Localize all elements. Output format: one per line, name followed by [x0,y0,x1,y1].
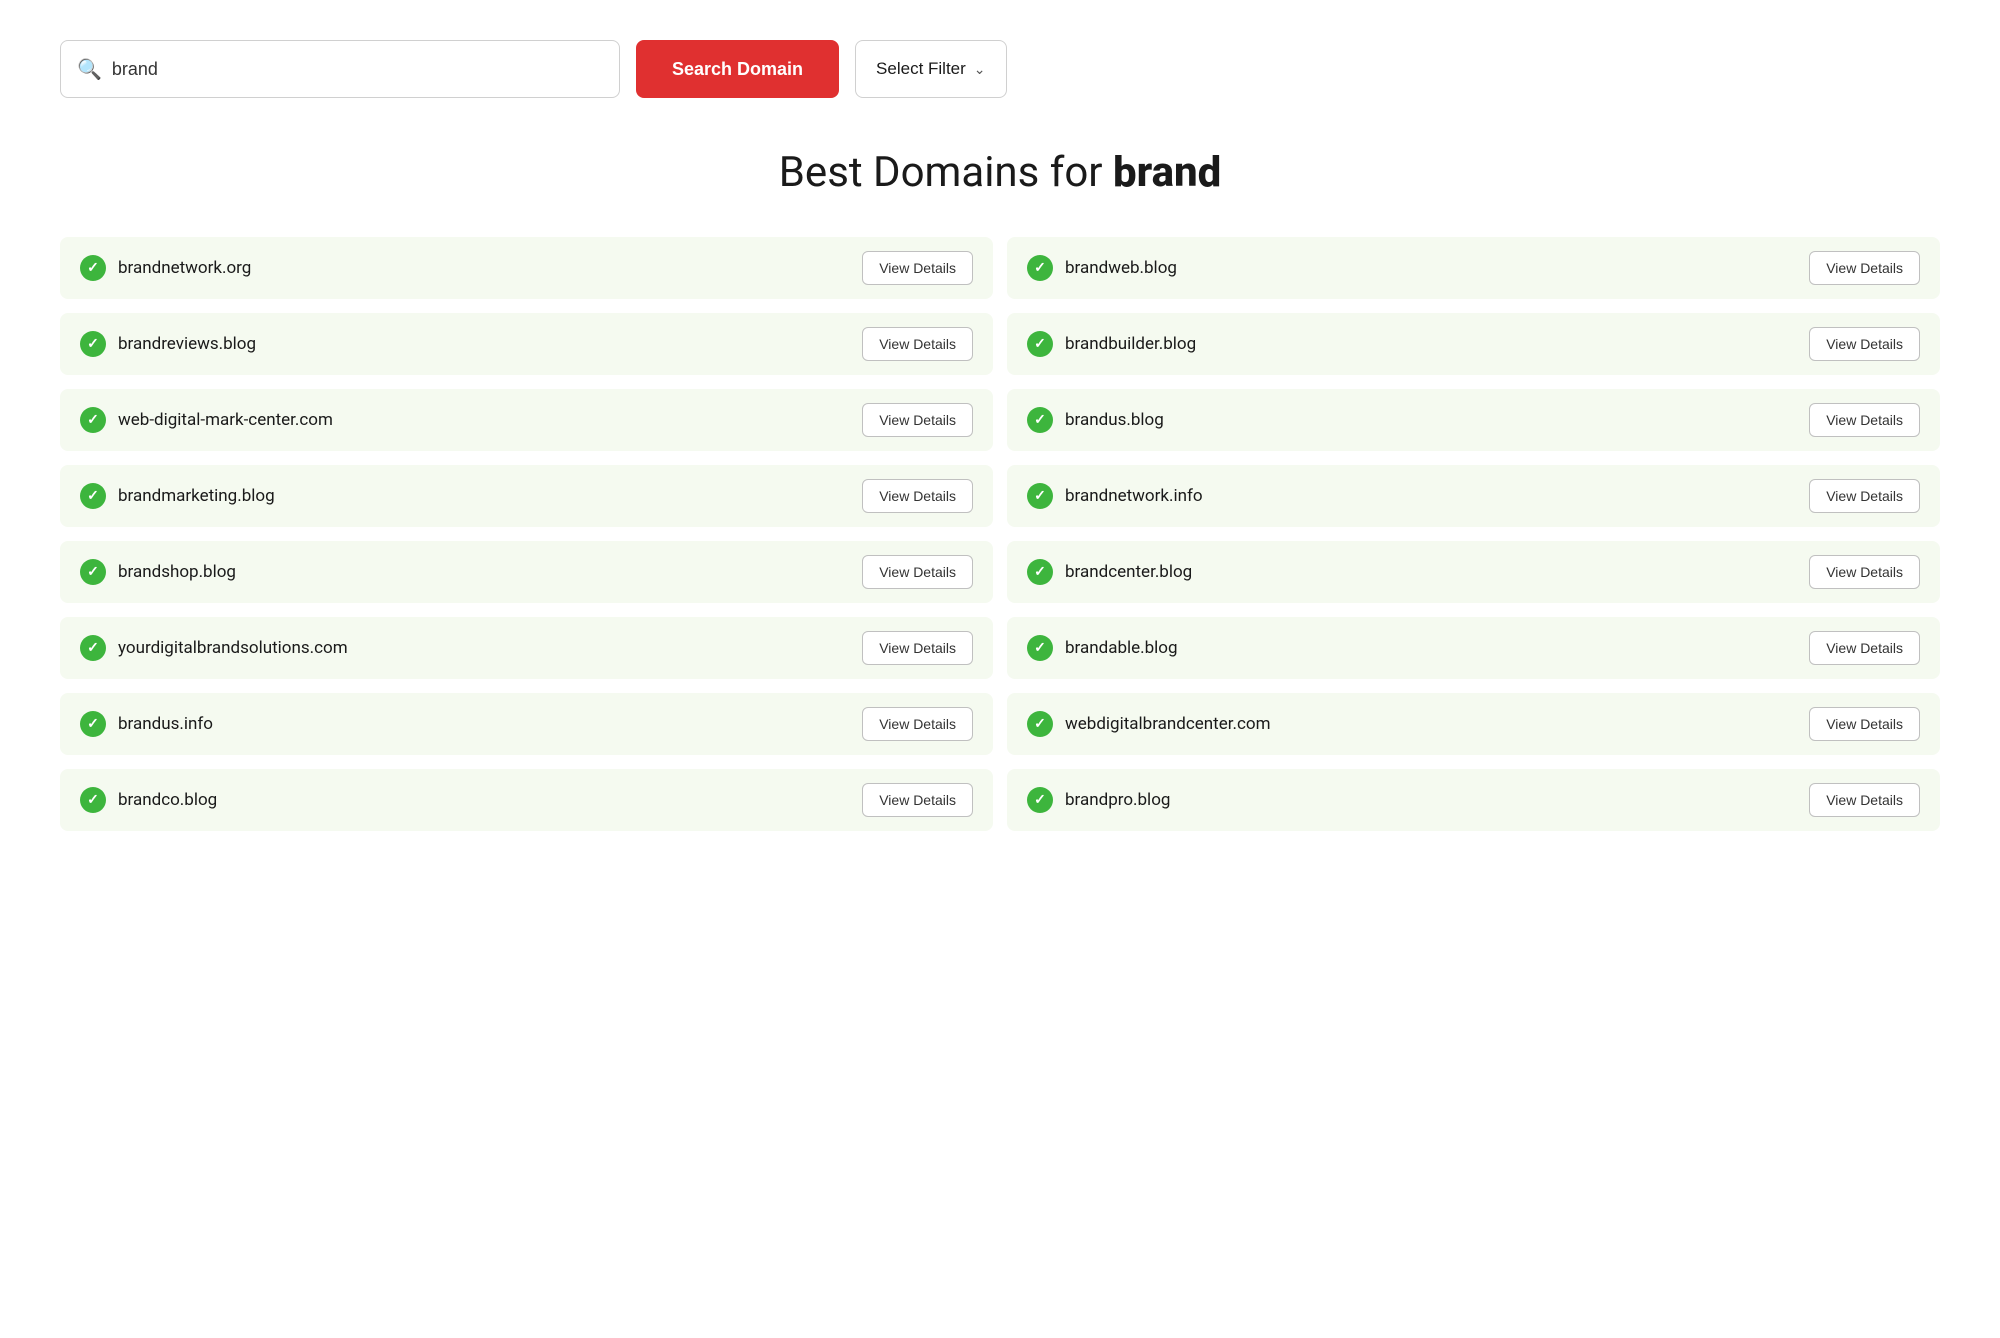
search-icon: 🔍 [77,57,102,81]
search-domain-button[interactable]: Search Domain [636,40,839,98]
domain-name: brandus.info [118,714,213,734]
domain-left: brandnetwork.info [1027,483,1203,509]
view-details-button[interactable]: View Details [862,251,973,285]
domain-name: brandnetwork.info [1065,486,1203,506]
filter-label: Select Filter [876,59,966,79]
domain-name: brandus.blog [1065,410,1164,430]
domain-item: brandus.info View Details [60,693,993,755]
domain-left: brandus.info [80,711,213,737]
domain-left: brandpro.blog [1027,787,1170,813]
domain-name: brandshop.blog [118,562,236,582]
title-prefix: Best Domains for [779,148,1113,197]
domain-item: brandbuilder.blog View Details [1007,313,1940,375]
domain-left: yourdigitalbrandsolutions.com [80,635,348,661]
select-filter-button[interactable]: Select Filter ⌄ [855,40,1006,98]
domain-item: brandnetwork.org View Details [60,237,993,299]
domain-left: web-digital-mark-center.com [80,407,333,433]
available-check-icon [80,635,106,661]
search-input[interactable] [112,59,603,80]
search-bar: 🔍 Search Domain Select Filter ⌄ [60,40,1940,98]
page-title: Best Domains for brand [60,148,1940,197]
available-check-icon [80,407,106,433]
domain-name: brandbuilder.blog [1065,334,1196,354]
available-check-icon [1027,787,1053,813]
domain-left: brandreviews.blog [80,331,256,357]
domain-item: brandnetwork.info View Details [1007,465,1940,527]
view-details-button[interactable]: View Details [862,403,973,437]
view-details-button[interactable]: View Details [862,479,973,513]
domain-item: brandshop.blog View Details [60,541,993,603]
search-input-wrapper: 🔍 [60,40,620,98]
domain-item: brandco.blog View Details [60,769,993,831]
domain-item: yourdigitalbrandsolutions.com View Detail… [60,617,993,679]
available-check-icon [1027,559,1053,585]
domain-item: brandable.blog View Details [1007,617,1940,679]
view-details-button[interactable]: View Details [862,327,973,361]
domain-item: brandreviews.blog View Details [60,313,993,375]
view-details-button[interactable]: View Details [862,631,973,665]
domain-name: web-digital-mark-center.com [118,410,333,430]
title-keyword: brand [1113,148,1221,197]
available-check-icon [1027,635,1053,661]
domain-item: web-digital-mark-center.com View Details [60,389,993,451]
domain-name: brandweb.blog [1065,258,1177,278]
domain-name: yourdigitalbrandsolutions.com [118,638,348,658]
domain-left: brandshop.blog [80,559,236,585]
chevron-down-icon: ⌄ [974,61,986,78]
available-check-icon [80,711,106,737]
view-details-button[interactable]: View Details [1809,479,1920,513]
view-details-button[interactable]: View Details [1809,707,1920,741]
available-check-icon [80,787,106,813]
domain-item: brandcenter.blog View Details [1007,541,1940,603]
available-check-icon [1027,483,1053,509]
available-check-icon [80,559,106,585]
domain-item: webdigitalbrandcenter.com View Details [1007,693,1940,755]
available-check-icon [80,331,106,357]
available-check-icon [1027,255,1053,281]
available-check-icon [1027,331,1053,357]
view-details-button[interactable]: View Details [1809,631,1920,665]
domain-name: brandco.blog [118,790,217,810]
domain-item: brandus.blog View Details [1007,389,1940,451]
domain-name: brandcenter.blog [1065,562,1192,582]
domain-left: webdigitalbrandcenter.com [1027,711,1270,737]
view-details-button[interactable]: View Details [1809,251,1920,285]
available-check-icon [1027,711,1053,737]
domain-left: brandweb.blog [1027,255,1177,281]
view-details-button[interactable]: View Details [862,707,973,741]
domain-left: brandnetwork.org [80,255,251,281]
domain-left: brandco.blog [80,787,217,813]
available-check-icon [80,255,106,281]
domain-name: brandable.blog [1065,638,1178,658]
view-details-button[interactable]: View Details [862,555,973,589]
domain-left: brandmarketing.blog [80,483,275,509]
domain-left: brandcenter.blog [1027,559,1192,585]
view-details-button[interactable]: View Details [1809,327,1920,361]
domain-name: brandnetwork.org [118,258,251,278]
domains-grid: brandnetwork.orgView Detailsbrandweb.blo… [60,237,1940,831]
view-details-button[interactable]: View Details [862,783,973,817]
domain-name: brandmarketing.blog [118,486,275,506]
view-details-button[interactable]: View Details [1809,783,1920,817]
domain-left: brandable.blog [1027,635,1178,661]
domain-item: brandweb.blog View Details [1007,237,1940,299]
available-check-icon [80,483,106,509]
domain-name: brandreviews.blog [118,334,256,354]
domain-name: webdigitalbrandcenter.com [1065,714,1270,734]
domain-item: brandpro.blog View Details [1007,769,1940,831]
view-details-button[interactable]: View Details [1809,555,1920,589]
domain-left: brandbuilder.blog [1027,331,1196,357]
available-check-icon [1027,407,1053,433]
view-details-button[interactable]: View Details [1809,403,1920,437]
domain-item: brandmarketing.blog View Details [60,465,993,527]
domain-left: brandus.blog [1027,407,1164,433]
domain-name: brandpro.blog [1065,790,1170,810]
